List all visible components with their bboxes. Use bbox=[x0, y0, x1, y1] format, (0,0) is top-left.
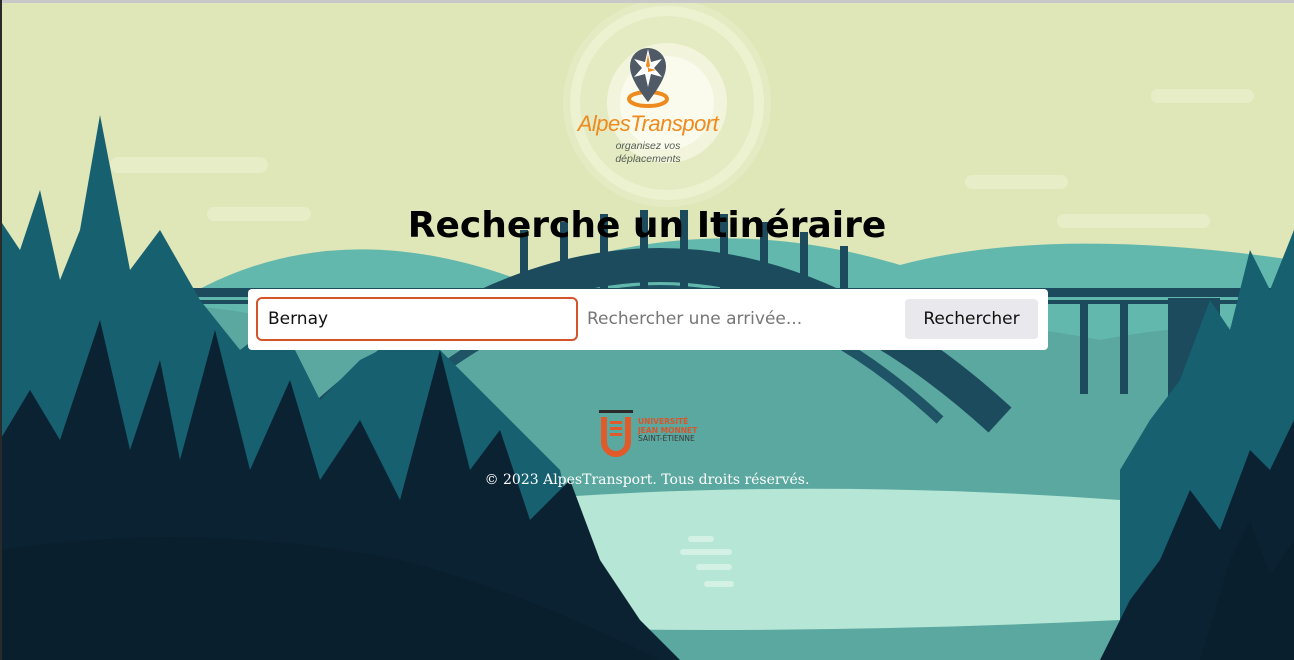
university-logo[interactable]: UNIVERSITÉ JEAN MONNET SAINT-ÉTIENNE bbox=[597, 408, 707, 462]
compass-pin-icon bbox=[627, 48, 669, 108]
university-city: SAINT-ÉTIENNE bbox=[638, 434, 695, 443]
search-form: Rechercher bbox=[248, 289, 1048, 350]
departure-input[interactable] bbox=[256, 297, 578, 341]
search-button[interactable]: Rechercher bbox=[905, 299, 1038, 339]
window-top-edge bbox=[0, 0, 1294, 3]
university-name: UNIVERSITÉ JEAN MONNET SAINT-ÉTIENNE bbox=[638, 417, 697, 444]
page-title: Recherche un Itinéraire bbox=[407, 205, 887, 246]
arrival-input[interactable] bbox=[576, 297, 896, 341]
footer-copyright: © 2023 AlpesTransport. Tous droits réser… bbox=[484, 472, 810, 488]
brand-tagline: organisez vos déplacements bbox=[608, 140, 688, 166]
brand-name: AlpesTransport bbox=[577, 111, 719, 136]
brand-tagline-line2: déplacements bbox=[615, 153, 681, 165]
brand-tagline-line1: organisez vos bbox=[615, 140, 681, 152]
window-left-edge bbox=[0, 0, 2, 660]
brand-logo[interactable]: AlpesTransport organisez vos déplacement… bbox=[562, 4, 772, 194]
ujm-logo-icon bbox=[599, 410, 633, 457]
